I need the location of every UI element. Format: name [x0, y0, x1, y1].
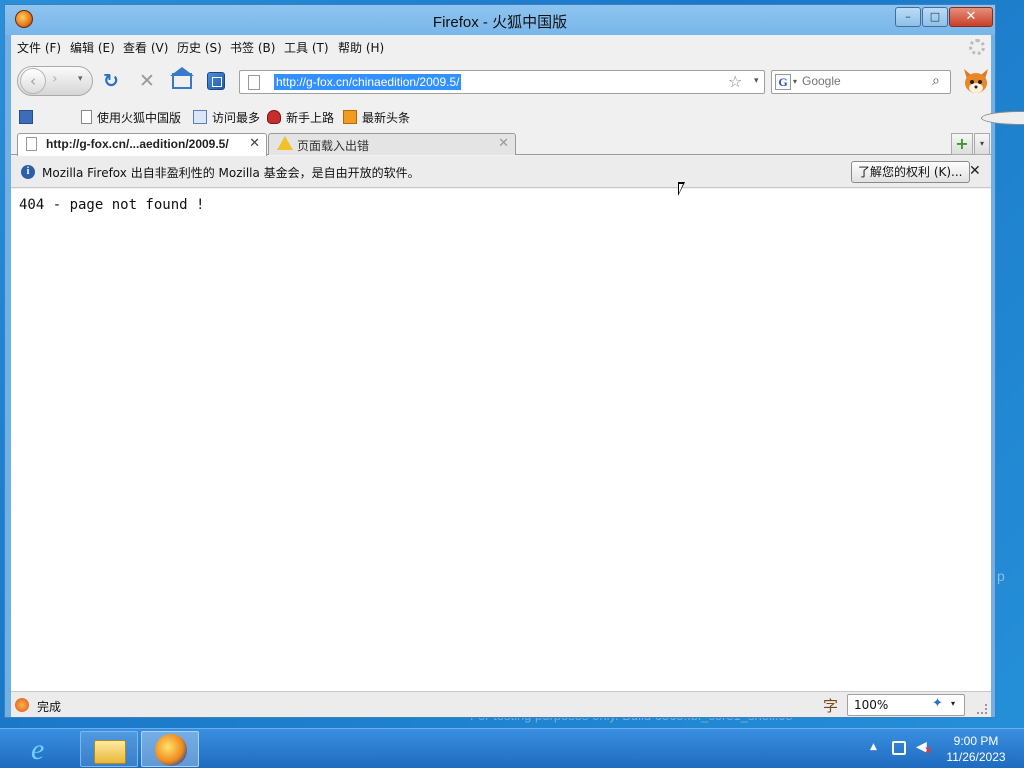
info-icon: i [21, 165, 35, 179]
rss-icon [343, 110, 357, 124]
url-dropdown-icon[interactable]: ▾ [754, 76, 759, 86]
bookmark-item-latest-headlines[interactable]: 最新头条 [343, 107, 410, 127]
search-bar[interactable]: G ▾ ⌕ [771, 70, 951, 94]
tab-strip: http://g-fox.cn/...aedition/2009.5/ ✕ 页面… [11, 131, 991, 156]
tab-label: 页面载入出错 [297, 139, 370, 153]
bookmark-label: 访问最多 [212, 110, 261, 125]
clock-icon [981, 111, 1024, 125]
tab-close-button[interactable]: ✕ [249, 136, 260, 151]
search-go-icon[interactable]: ⌕ [932, 73, 940, 89]
menu-view[interactable]: 查看 (V) [123, 39, 168, 56]
bookmark-label: 使用火狐中国版 [97, 110, 182, 125]
page-icon [81, 110, 92, 124]
page-icon [248, 75, 260, 90]
title-bar[interactable]: Firefox - 火狐中国版 – □ ✕ [5, 5, 995, 35]
maximize-button[interactable]: □ [922, 7, 948, 27]
menu-edit[interactable]: 编辑 (E) [70, 39, 115, 56]
firefox-icon [155, 734, 187, 766]
page-content: 404 - page not found ! [11, 189, 991, 691]
menu-tools[interactable]: 工具 (T) [284, 39, 329, 56]
back-button[interactable]: ‹ [20, 68, 46, 94]
home-icon[interactable] [172, 73, 192, 89]
warning-icon [277, 136, 293, 150]
menu-history[interactable]: 历史 (S) [177, 39, 222, 56]
tab-load-error[interactable]: 页面载入出错 ✕ [268, 133, 516, 155]
bookmark-label: 最新头条 [362, 110, 411, 125]
tab-label: http://g-fox.cn/...aedition/2009.5/ [46, 137, 229, 151]
menu-file[interactable]: 文件 (F) [17, 39, 61, 56]
taskbar-explorer-button[interactable] [80, 731, 138, 767]
clock-time: 9:00 PM [953, 734, 999, 748]
folder-icon [193, 110, 207, 124]
page-icon [26, 137, 37, 151]
font-icon[interactable]: 字 [823, 695, 838, 716]
window-title: Firefox - 火狐中国版 [432, 14, 568, 31]
navigation-toolbar: ‹ › ▾ ↻ ✕ http://g-fox.cn/chinaedition/2… [11, 59, 991, 103]
forward-button[interactable]: › [52, 71, 58, 87]
status-fox-icon [15, 698, 29, 712]
close-window-button[interactable]: ✕ [949, 7, 993, 27]
folder-icon [94, 740, 126, 764]
zoom-control[interactable]: 100% ✦ ▾ [847, 694, 965, 716]
zoom-level: 100% [854, 698, 889, 712]
menu-bar: 文件 (F) 编辑 (E) 查看 (V) 历史 (S) 书签 (B) 工具 (T… [11, 35, 991, 57]
bookmark-item-getting-started[interactable]: 新手上路 [267, 107, 334, 127]
back-forward-group: ‹ › ▾ [17, 66, 93, 96]
url-input[interactable]: http://g-fox.cn/chinaedition/2009.5/ [274, 74, 462, 90]
menu-bookmarks[interactable]: 书签 (B) [230, 39, 275, 56]
zoom-icon[interactable]: ✦ [932, 696, 943, 711]
throbber-icon [969, 39, 985, 55]
stop-icon[interactable]: ✕ [139, 71, 155, 91]
windows-site-icon[interactable] [207, 72, 225, 90]
new-tab-button[interactable]: + [951, 133, 973, 155]
search-input[interactable] [802, 74, 932, 88]
zoom-dropdown-icon[interactable]: ▾ [951, 699, 955, 708]
firefox-mascot-icon[interactable] [961, 63, 991, 97]
taskbar-firefox-button[interactable] [141, 731, 199, 767]
system-clock[interactable]: 9:00 PM 11/26/2023 [936, 733, 1016, 765]
search-engine-icon[interactable]: G [775, 74, 791, 90]
history-dropdown-button[interactable]: ▾ [78, 74, 83, 84]
tab-close-button[interactable]: ✕ [498, 136, 509, 151]
bookmark-item-most-visited[interactable]: 访问最多 [193, 107, 260, 127]
list-all-tabs-button[interactable]: ▾ [974, 133, 990, 155]
desktop-watermark-edge: p [997, 568, 1005, 584]
mouse-cursor-icon [678, 182, 685, 196]
browser-client: 文件 (F) 编辑 (E) 查看 (V) 历史 (S) 书签 (B) 工具 (T… [11, 35, 1024, 717]
clock-date: 11/26/2023 [946, 750, 1006, 764]
search-engine-dropdown-icon[interactable]: ▾ [793, 77, 797, 86]
status-text: 完成 [37, 700, 62, 714]
notification-close-button[interactable]: ✕ [969, 163, 981, 179]
getting-started-icon [267, 110, 281, 124]
status-bar: 完成 字 100% ✦ ▾ [11, 691, 991, 717]
volume-muted-icon: x [925, 745, 932, 756]
bookmarks-toolbar: 使用火狐中国版 访问最多 新手上路 最新头条 [11, 105, 1024, 129]
network-icon[interactable] [892, 741, 906, 755]
url-bar[interactable]: http://g-fox.cn/chinaedition/2009.5/ ☆ ▾ [239, 70, 765, 94]
notification-bar: i Mozilla Firefox 出自非盈利性的 Mozilla 基金会，是自… [11, 156, 991, 188]
bookmark-star-icon[interactable]: ☆ [728, 72, 742, 91]
show-hidden-icons-button[interactable]: ▲ [870, 742, 877, 752]
reload-icon[interactable]: ↻ [103, 71, 119, 91]
page-body-text: 404 - page not found ! [19, 197, 205, 213]
bookmark-item-china-edition[interactable]: 使用火狐中国版 [81, 107, 181, 127]
menu-help[interactable]: 帮助 (H) [338, 39, 384, 56]
firefox-window: Firefox - 火狐中国版 – □ ✕ 文件 (F) 编辑 (E) 查看 (… [4, 4, 1024, 718]
resize-grip[interactable] [977, 704, 987, 714]
bookmarks-panel-button[interactable] [19, 107, 38, 127]
know-your-rights-button[interactable]: 了解您的权利 (K)... [851, 161, 970, 183]
notification-text: Mozilla Firefox 出自非盈利性的 Mozilla 基金会，是自由开… [42, 166, 420, 180]
tab-current-page[interactable]: http://g-fox.cn/...aedition/2009.5/ ✕ [17, 133, 267, 156]
minimize-button[interactable]: – [895, 7, 921, 27]
taskbar: e ▲ ◀ x 9:00 PM 11/26/2023 [0, 728, 1024, 768]
taskbar-ie-button[interactable]: e [16, 731, 74, 767]
bookmark-label: 新手上路 [286, 110, 335, 125]
bookmarks-panel-icon [19, 110, 33, 124]
internet-explorer-icon: e [31, 733, 45, 766]
